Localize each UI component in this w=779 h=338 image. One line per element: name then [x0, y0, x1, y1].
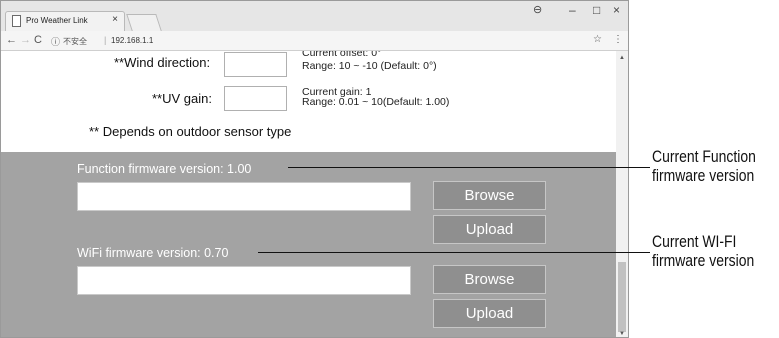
wifi-firmware-version: WiFi firmware version: 0.70	[77, 246, 229, 260]
forward-icon[interactable]: →	[20, 34, 31, 46]
maximize-button[interactable]: □	[593, 3, 600, 17]
wifi-callout-label: Current WI-FI firmware version	[652, 232, 754, 270]
wind-direction-current: Current offset: 0°	[302, 51, 382, 59]
uv-gain-input[interactable]	[224, 86, 287, 111]
back-icon[interactable]: ←	[6, 34, 17, 46]
browser-toolbar: ← → C ⓘ 不安全 | 192.168.1.1 ☆ ⋮	[1, 31, 628, 51]
wifi-callout-line1: Current WI-FI	[652, 232, 737, 251]
info-icon[interactable]: ⓘ	[51, 35, 60, 48]
sensor-footnote: ** Depends on outdoor sensor type	[89, 124, 292, 139]
security-status[interactable]: 不安全	[63, 36, 87, 47]
uv-gain-label: **UV gain:	[152, 91, 212, 106]
function-callout-line2: firmware version	[652, 166, 755, 185]
minimize-button[interactable]: –	[569, 3, 576, 17]
reload-icon[interactable]: C	[34, 34, 42, 46]
function-firmware-version: Function firmware version: 1.00	[77, 162, 252, 176]
wifi-browse-button[interactable]: Browse	[433, 265, 546, 294]
tab-close-icon[interactable]: ×	[112, 14, 118, 25]
new-tab-button[interactable]	[126, 14, 162, 31]
page-icon	[12, 15, 21, 27]
function-firmware-file-input[interactable]	[77, 182, 411, 211]
function-upload-button[interactable]: Upload	[433, 215, 546, 244]
function-callout-line	[288, 167, 650, 168]
tab-title: Pro Weather Link	[26, 16, 88, 25]
uv-gain-range: Range: 0.01 ~ 10(Default: 1.00)	[302, 96, 450, 108]
scroll-down-icon[interactable]: ▼	[619, 331, 625, 337]
browser-window: Pro Weather Link × ⊖ – □ × ← → C ⓘ 不安全 |…	[0, 0, 629, 338]
wifi-callout-line	[258, 252, 650, 253]
vertical-scrollbar[interactable]: ▲ ▼	[616, 51, 628, 337]
title-bar: Pro Weather Link × ⊖ – □ ×	[1, 1, 628, 31]
wifi-firmware-file-input[interactable]	[77, 266, 411, 295]
page-content: **Wind direction: Current offset: 0° Ran…	[1, 51, 616, 337]
function-callout-label: Current Function firmware version	[652, 147, 756, 185]
wind-direction-label: **Wind direction:	[114, 55, 211, 70]
browser-tab[interactable]: Pro Weather Link ×	[5, 11, 125, 31]
function-callout-line1: Current Function	[652, 147, 756, 166]
address-separator: |	[104, 35, 107, 45]
address-bar[interactable]: 192.168.1.1	[111, 36, 153, 45]
firmware-panel: Function firmware version: 1.00 Browse U…	[1, 152, 616, 337]
scrollbar-thumb[interactable]	[618, 262, 626, 332]
menu-icon[interactable]: ⋮	[613, 34, 623, 45]
wind-direction-input[interactable]	[224, 52, 287, 77]
wifi-callout-line2: firmware version	[652, 251, 755, 270]
wind-direction-range: Range: 10 ~ -10 (Default: 0°)	[302, 60, 437, 72]
bookmark-star-icon[interactable]: ☆	[593, 34, 602, 45]
close-window-button[interactable]: ×	[613, 3, 620, 17]
profile-icon[interactable]: ⊖	[533, 3, 542, 16]
function-browse-button[interactable]: Browse	[433, 181, 546, 210]
scroll-up-icon[interactable]: ▲	[619, 55, 625, 61]
screenshot: Pro Weather Link × ⊖ – □ × ← → C ⓘ 不安全 |…	[0, 0, 779, 338]
wifi-upload-button[interactable]: Upload	[433, 299, 546, 328]
